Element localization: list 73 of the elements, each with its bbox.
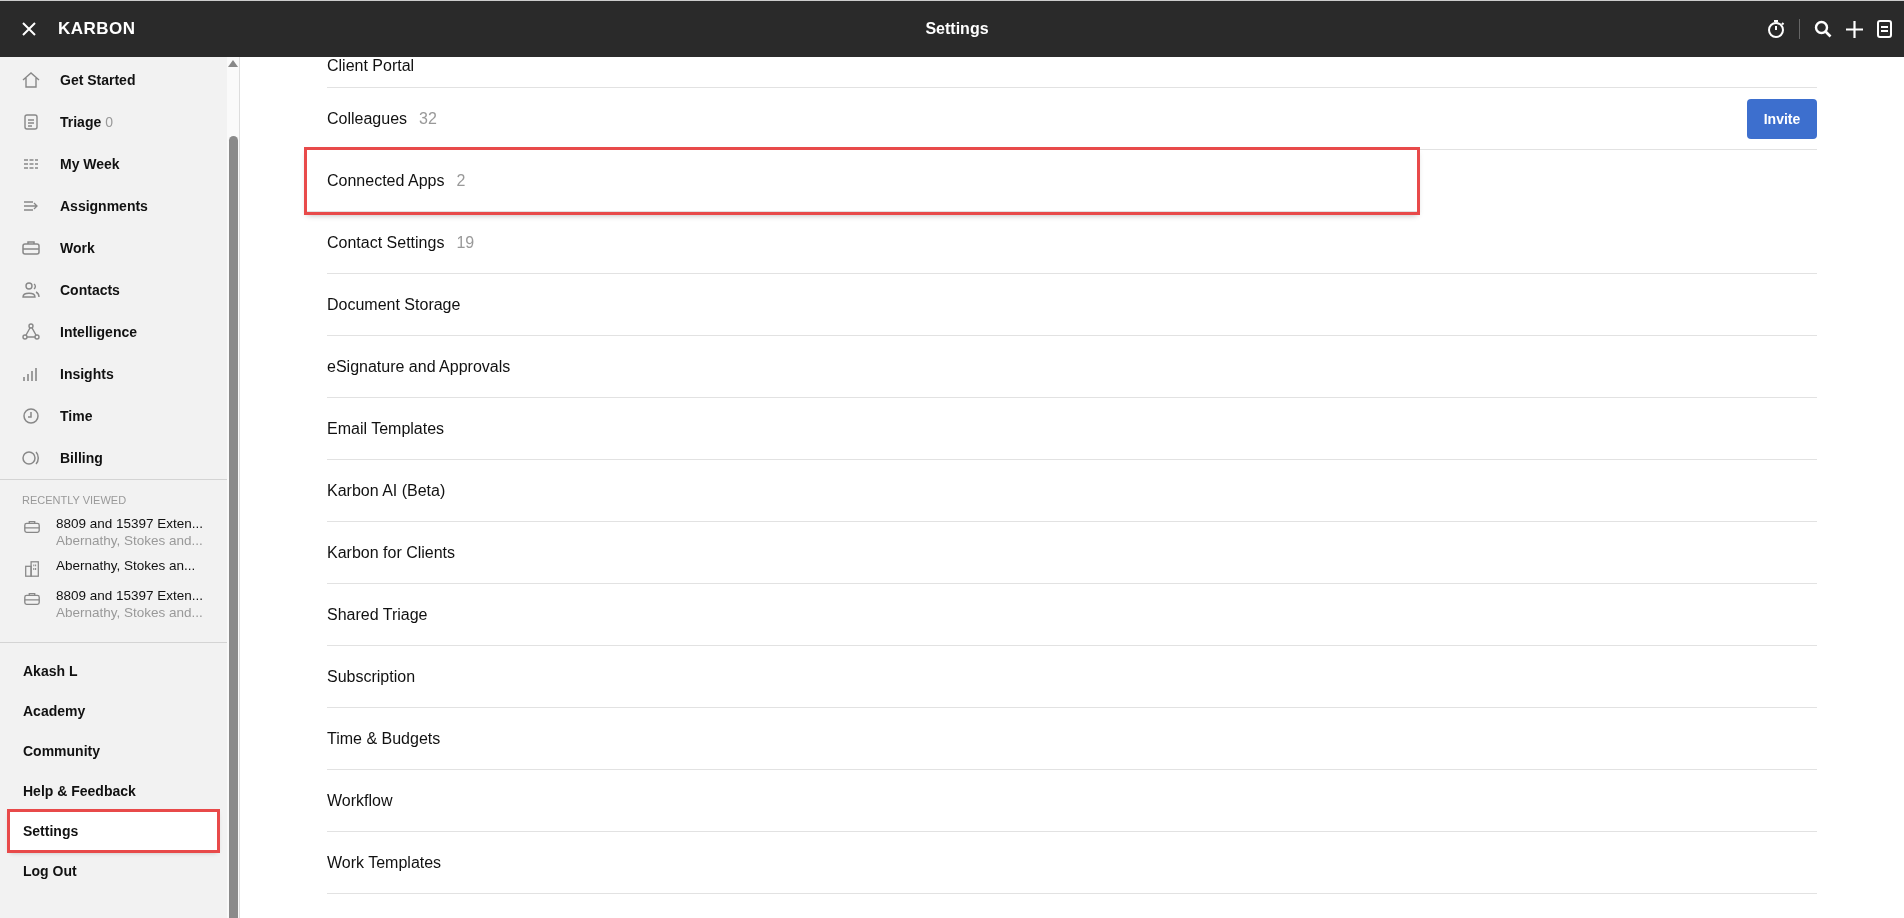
add-icon[interactable] [1846,20,1863,38]
nav-item[interactable]: Triage 0 [0,101,227,143]
settings-row[interactable]: eSignature and Approvals [327,336,1817,398]
settings-label: Shared Triage [327,605,428,624]
settings-row[interactable]: Subscription [327,646,1817,708]
section-heading: RECENTLY VIEWED [21,494,128,506]
menu-link[interactable]: Log Out [10,852,217,890]
coin-icon [21,448,41,468]
nav-item[interactable]: Get Started [0,59,227,101]
home-icon [21,70,41,90]
settings-row[interactable]: Client Portal [327,57,1817,88]
settings-row[interactable]: Email Templates [327,398,1817,460]
settings-row[interactable]: Work Templates [327,832,1817,894]
settings-row[interactable]: Shared Triage [327,584,1817,646]
nav-item[interactable]: Intelligence [0,311,227,353]
document-icon[interactable] [1877,20,1892,38]
nav-item[interactable]: Insights [0,353,227,395]
settings-row[interactable]: Colleagues 32 Invite [327,88,1817,150]
settings-row[interactable]: Karbon for Clients [327,522,1817,584]
invite-button[interactable]: Invite [1747,98,1817,139]
scroll-up-icon[interactable] [228,60,238,67]
search-icon[interactable] [1814,20,1832,38]
settings-label: Karbon for Clients [327,543,456,562]
settings-row[interactable]: Connected Apps 2 [307,150,1417,212]
settings-row[interactable]: Contact Settings 19 [327,212,1817,274]
settings-label: Contact Settings 19 [327,233,475,252]
settings-label: Email Templates [327,419,445,438]
nav-item[interactable]: My Week [0,143,227,185]
settings-label: Document Storage [327,295,461,314]
menu-link[interactable]: Akash L [10,652,217,690]
settings-label: Colleagues 32 [327,109,437,128]
settings-label: Karbon AI (Beta) [327,481,446,500]
menu-link[interactable]: Community [10,732,217,770]
settings-label: Subscription [327,667,416,686]
settings-label: Client Portal [327,57,415,75]
recent-item[interactable]: Abernathy, Stokes an... [0,556,227,586]
recent-item-title: 8809 and 15397 Exten... [56,516,204,531]
settings-label: Connected Apps 2 [327,171,466,190]
settings-row[interactable]: Time & Budgets [327,708,1817,770]
menu-link[interactable]: Help & Feedback [10,772,217,810]
stopwatch-icon[interactable] [1767,19,1785,39]
clock-icon [21,406,41,426]
settings-label: Workflow [327,791,393,810]
settings-row[interactable]: Karbon AI (Beta) [327,460,1817,522]
nav-item[interactable]: Contacts [0,269,227,311]
nav-item[interactable]: Billing [0,437,227,479]
settings-row[interactable]: Document Storage [327,274,1817,336]
settings-label: Work Templates [327,853,442,872]
briefcase-icon [23,590,41,608]
nav-item[interactable]: Work [0,227,227,269]
building-icon [23,560,41,578]
people-icon [21,280,41,300]
scrollbar[interactable] [227,57,239,918]
recent-item-title: Abernathy, Stokes an... [56,558,196,573]
close-icon[interactable] [22,22,36,36]
menu-link[interactable]: Settings [10,812,217,850]
settings-label: Time & Budgets [327,729,441,748]
network-icon [21,322,41,342]
recent-item-subtitle: Abernathy, Stokes and... [56,533,204,548]
brand-name: KARBON [58,19,136,39]
nav-item[interactable]: Time [0,395,227,437]
recent-item-title: 8809 and 15397 Exten... [56,588,204,603]
briefcase-icon [23,518,41,536]
briefcase-icon [21,238,41,258]
recent-item[interactable]: 8809 and 15397 Exten... Abernathy, Stokes and... [0,514,227,556]
nav-item[interactable]: Assignments [0,185,227,227]
menu-link[interactable]: Academy [10,692,217,730]
recent-item[interactable]: 8809 and 15397 Exten... Abernathy, Stokes and... [0,586,227,628]
page-title: Settings [925,20,989,38]
settings-label: eSignature and Approvals [327,357,511,376]
recent-item-subtitle: Abernathy, Stokes and... [56,605,204,620]
settings-row[interactable]: Workflow [327,770,1817,832]
note-icon [21,112,41,132]
